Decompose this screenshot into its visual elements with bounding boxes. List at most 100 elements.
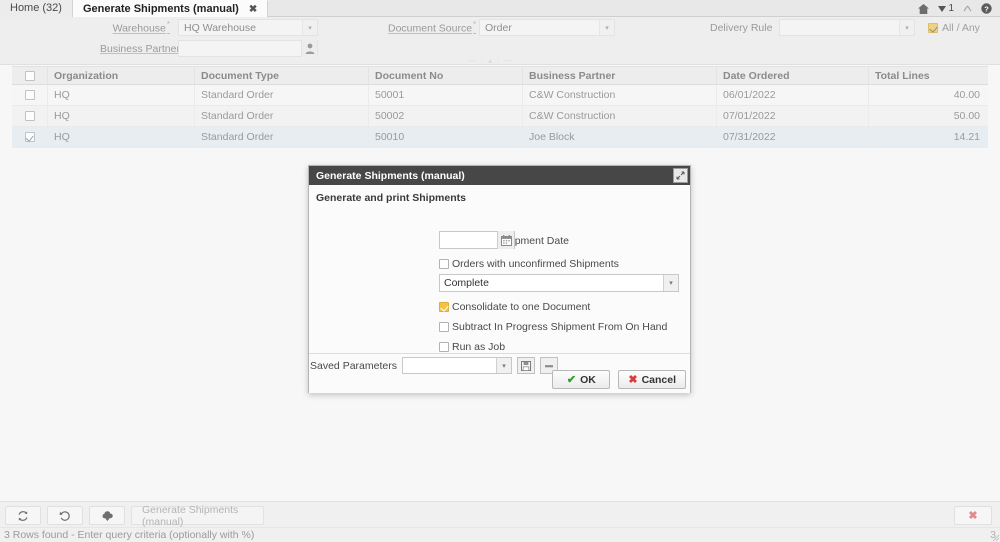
refresh-button[interactable] bbox=[5, 506, 41, 525]
cell-date-ordered: 07/01/2022 bbox=[717, 106, 869, 126]
saved-parameters-row: Saved Parameters ▾ bbox=[309, 357, 558, 374]
saved-parameters-select[interactable]: ▾ bbox=[402, 357, 512, 374]
dialog-title-bar[interactable]: Generate Shipments (manual) bbox=[309, 166, 690, 185]
help-icon[interactable]: ? bbox=[981, 3, 992, 14]
chevron-down-icon bbox=[938, 6, 946, 12]
minus-icon bbox=[544, 361, 554, 371]
resize-grip-icon[interactable] bbox=[991, 533, 1000, 542]
column-header-document-type[interactable]: Document Type bbox=[195, 67, 369, 84]
export-button[interactable] bbox=[89, 506, 125, 525]
status-message: 3 Rows found - Enter query criteria (opt… bbox=[0, 529, 990, 541]
document-action-value: Complete bbox=[444, 277, 663, 289]
all-any-label: All / Any bbox=[942, 22, 980, 34]
cell-organization: HQ bbox=[48, 127, 195, 147]
document-action-select[interactable]: Complete ▾ bbox=[439, 274, 679, 292]
table-row[interactable]: HQ Standard Order 50002 C&W Construction… bbox=[12, 106, 988, 127]
pager-prev[interactable]: — bbox=[468, 56, 476, 65]
cell-total-lines: 14.21 bbox=[869, 127, 988, 147]
shipment-date-input[interactable] bbox=[439, 231, 515, 249]
tab-generate-shipments[interactable]: Generate Shipments (manual) ✖ bbox=[73, 0, 268, 17]
field-subtract-in-progress[interactable]: Subtract In Progress Shipment From On Ha… bbox=[439, 318, 667, 336]
run-as-job-checkbox[interactable] bbox=[439, 342, 449, 352]
svg-text:?: ? bbox=[984, 4, 989, 13]
history-button[interactable] bbox=[47, 506, 83, 525]
delivery-rule-select[interactable]: ▾ bbox=[779, 19, 915, 36]
chevron-down-icon[interactable]: ▾ bbox=[599, 20, 614, 35]
field-consolidate[interactable]: Consolidate to one Document bbox=[439, 298, 590, 316]
ok-button-label: OK bbox=[580, 374, 596, 386]
cell-business-partner: Joe Block bbox=[523, 127, 717, 147]
delivery-rule-label: Delivery Rule bbox=[710, 22, 772, 34]
row-select-checkbox[interactable] bbox=[25, 90, 35, 100]
bottom-toolbar: Generate Shipments (manual) ✖ bbox=[0, 501, 1000, 527]
field-warehouse: Warehouse* HQ Warehouse ▾ bbox=[108, 19, 318, 36]
document-source-select[interactable]: Order ▾ bbox=[479, 19, 615, 36]
tab-close-icon[interactable]: ✖ bbox=[249, 4, 257, 15]
row-select-checkbox[interactable] bbox=[25, 111, 35, 121]
pagination-controls[interactable]: — | ▴ | — bbox=[468, 56, 512, 65]
chevron-down-icon[interactable]: ▾ bbox=[663, 275, 678, 291]
field-orders-unconfirmed[interactable]: Orders with unconfirmed Shipments bbox=[439, 255, 619, 273]
column-header-document-no[interactable]: Document No bbox=[369, 67, 523, 84]
home-icon[interactable] bbox=[918, 4, 929, 14]
orders-unconfirmed-label: Orders with unconfirmed Shipments bbox=[452, 258, 619, 270]
column-header-date-ordered[interactable]: Date Ordered bbox=[717, 67, 869, 84]
tab-bar: Home (32) Generate Shipments (manual) ✖ … bbox=[0, 0, 1000, 17]
business-partner-input[interactable] bbox=[178, 40, 318, 57]
table-row[interactable]: HQ Standard Order 50001 C&W Construction… bbox=[12, 85, 988, 106]
expand-icon[interactable] bbox=[673, 168, 688, 183]
cell-date-ordered: 06/01/2022 bbox=[717, 85, 869, 105]
generate-shipments-process-button[interactable]: Generate Shipments (manual) bbox=[131, 506, 264, 525]
cell-document-no: 50001 bbox=[369, 85, 523, 105]
generate-shipments-process-label: Generate Shipments (manual) bbox=[142, 504, 253, 528]
dialog-actions: ✔ OK ✖ Cancel bbox=[552, 370, 686, 389]
row-checkbox-cell[interactable] bbox=[12, 106, 48, 126]
pager-middle[interactable]: ▴ bbox=[488, 56, 492, 65]
warehouse-select[interactable]: HQ Warehouse ▾ bbox=[178, 19, 318, 36]
cell-document-type: Standard Order bbox=[195, 127, 369, 147]
close-window-button[interactable]: ✖ bbox=[954, 506, 992, 525]
save-disk-icon bbox=[521, 361, 531, 371]
row-select-checkbox[interactable] bbox=[25, 132, 35, 142]
row-checkbox-cell[interactable] bbox=[12, 85, 48, 105]
run-as-job-label: Run as Job bbox=[452, 341, 505, 353]
cell-document-no: 50010 bbox=[369, 127, 523, 147]
pager-next[interactable]: — bbox=[504, 56, 512, 65]
table-row[interactable]: HQ Standard Order 50010 Joe Block 07/31/… bbox=[12, 127, 988, 148]
chevron-down-icon[interactable]: ▾ bbox=[302, 20, 317, 35]
consolidate-checkbox[interactable] bbox=[439, 302, 449, 312]
column-header-total-lines[interactable]: Total Lines bbox=[869, 67, 988, 84]
subtract-in-progress-checkbox[interactable] bbox=[439, 322, 449, 332]
orders-unconfirmed-checkbox[interactable] bbox=[439, 259, 449, 269]
pager-separator-1: | bbox=[481, 56, 483, 65]
calendar-icon[interactable] bbox=[497, 231, 514, 249]
chevron-down-icon[interactable]: ▾ bbox=[899, 20, 914, 35]
ok-button[interactable]: ✔ OK bbox=[552, 370, 610, 389]
close-icon: ✖ bbox=[968, 509, 977, 522]
business-partner-label: Business Partner bbox=[100, 43, 170, 55]
status-bar: 3 Rows found - Enter query criteria (opt… bbox=[0, 527, 1000, 542]
all-any-checkbox[interactable] bbox=[928, 23, 938, 33]
select-all-checkbox[interactable] bbox=[25, 71, 35, 81]
cell-document-type: Standard Order bbox=[195, 106, 369, 126]
dialog-footer: Saved Parameters ▾ bbox=[309, 353, 690, 393]
cell-business-partner: C&W Construction bbox=[523, 85, 717, 105]
cloud-download-icon bbox=[101, 510, 114, 521]
row-checkbox-cell[interactable] bbox=[12, 127, 48, 147]
notifications-indicator[interactable]: 1 bbox=[938, 3, 954, 14]
chevron-down-icon[interactable]: ▾ bbox=[496, 358, 511, 373]
column-header-organization[interactable]: Organization bbox=[48, 67, 195, 84]
grid-header-select-all[interactable] bbox=[12, 67, 48, 84]
person-icon[interactable] bbox=[301, 40, 317, 57]
column-header-business-partner[interactable]: Business Partner bbox=[523, 67, 717, 84]
dialog-body: Generate and print Shipments Shipment Da… bbox=[309, 185, 690, 353]
field-all-any[interactable]: All / Any bbox=[928, 19, 980, 36]
tab-home[interactable]: Home (32) bbox=[0, 0, 73, 17]
field-business-partner: Business Partner bbox=[100, 40, 318, 57]
saved-parameters-label: Saved Parameters bbox=[310, 360, 397, 372]
save-parameters-button[interactable] bbox=[517, 357, 535, 374]
cancel-button-label: Cancel bbox=[642, 374, 676, 386]
chevron-up-icon[interactable] bbox=[963, 5, 972, 12]
generate-shipments-dialog: Generate Shipments (manual) Generate and… bbox=[308, 165, 691, 393]
cancel-button[interactable]: ✖ Cancel bbox=[618, 370, 686, 389]
